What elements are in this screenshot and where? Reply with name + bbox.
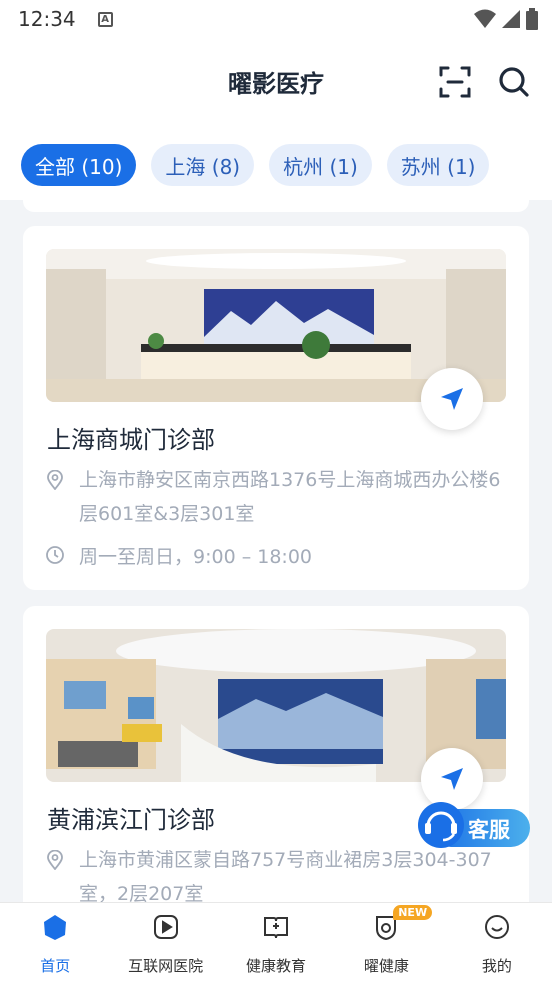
status-time: 12:34 <box>18 7 76 31</box>
battery-icon <box>526 8 538 30</box>
nav-item-internet-hospital[interactable]: 互联网医院 <box>110 903 220 983</box>
city-filter-tabs: 全部 (10) 上海 (8) 杭州 (1) 苏州 (1) <box>21 144 490 186</box>
clock-icon <box>46 546 64 564</box>
tab-all[interactable]: 全部 (10) <box>21 144 137 186</box>
nav-item-profile[interactable]: 我的 <box>442 903 552 983</box>
clinic-card[interactable]: 上海商城门诊部 上海市静安区南京西路1376号上海商城西办公楼6层601室&3层… <box>23 226 529 590</box>
bottom-nav: 首页 互联网医院 健康教育 NEW 曜健康 我的 <box>0 902 552 983</box>
clinic-list[interactable]: 上海商城门诊部 上海市静安区南京西路1376号上海商城西办公楼6层601室&3层… <box>0 200 552 902</box>
video-icon <box>153 915 178 939</box>
clinic-address: 上海市静安区南京西路1376号上海商城西办公楼6层601室&3层301室 <box>79 469 501 525</box>
tab-suzhou[interactable]: 苏州 (1) <box>386 144 490 186</box>
nav-label: 互联网医院 <box>128 957 204 975</box>
clinic-hours: 周一至周日，9:00 – 18:00 <box>79 546 313 568</box>
clinic-name: 黄浦滨江门诊部 <box>47 806 215 834</box>
navigate-button[interactable] <box>421 368 483 430</box>
app-header: 曜影医疗 <box>0 50 552 114</box>
navigation-arrow-icon <box>441 768 463 790</box>
scan-icon <box>439 66 471 98</box>
nav-label: 首页 <box>40 957 71 975</box>
nav-label: 健康教育 <box>246 957 307 975</box>
nav-label: 我的 <box>481 957 512 975</box>
wifi-icon <box>474 9 496 28</box>
signal-icon <box>502 10 520 28</box>
status-bar: 12:34 A <box>0 0 552 38</box>
nav-item-home[interactable]: 首页 <box>0 903 110 983</box>
location-pin-icon <box>47 470 63 490</box>
tab-hangzhou[interactable]: 杭州 (1) <box>269 144 372 186</box>
home-icon <box>44 915 67 940</box>
status-indicators <box>474 8 538 30</box>
nav-label: 曜健康 <box>363 957 409 975</box>
clinic-card[interactable]: 黄浦滨江门诊部 上海市黄浦区蒙自路757号商业裙房3层304-307室，2层20… <box>23 606 529 902</box>
search-button[interactable] <box>496 64 532 100</box>
smile-icon <box>484 915 509 939</box>
scan-button[interactable] <box>437 64 473 100</box>
customer-service-label: 客服 <box>468 818 510 842</box>
clinic-name: 上海商城门诊部 <box>47 426 215 454</box>
customer-service-button[interactable]: 客服 <box>416 800 532 854</box>
location-pin-icon <box>47 850 63 870</box>
clinic-card-previous[interactable] <box>23 200 529 212</box>
nav-item-yao-health[interactable]: NEW 曜健康 <box>331 903 441 983</box>
search-icon <box>499 67 529 97</box>
tab-shanghai[interactable]: 上海 (8) <box>151 144 255 186</box>
book-icon <box>264 917 289 939</box>
navigation-arrow-icon <box>441 388 463 410</box>
new-badge: NEW <box>393 905 433 920</box>
notification-icon: A <box>97 11 113 27</box>
nav-item-health-education[interactable]: 健康教育 <box>221 903 331 983</box>
